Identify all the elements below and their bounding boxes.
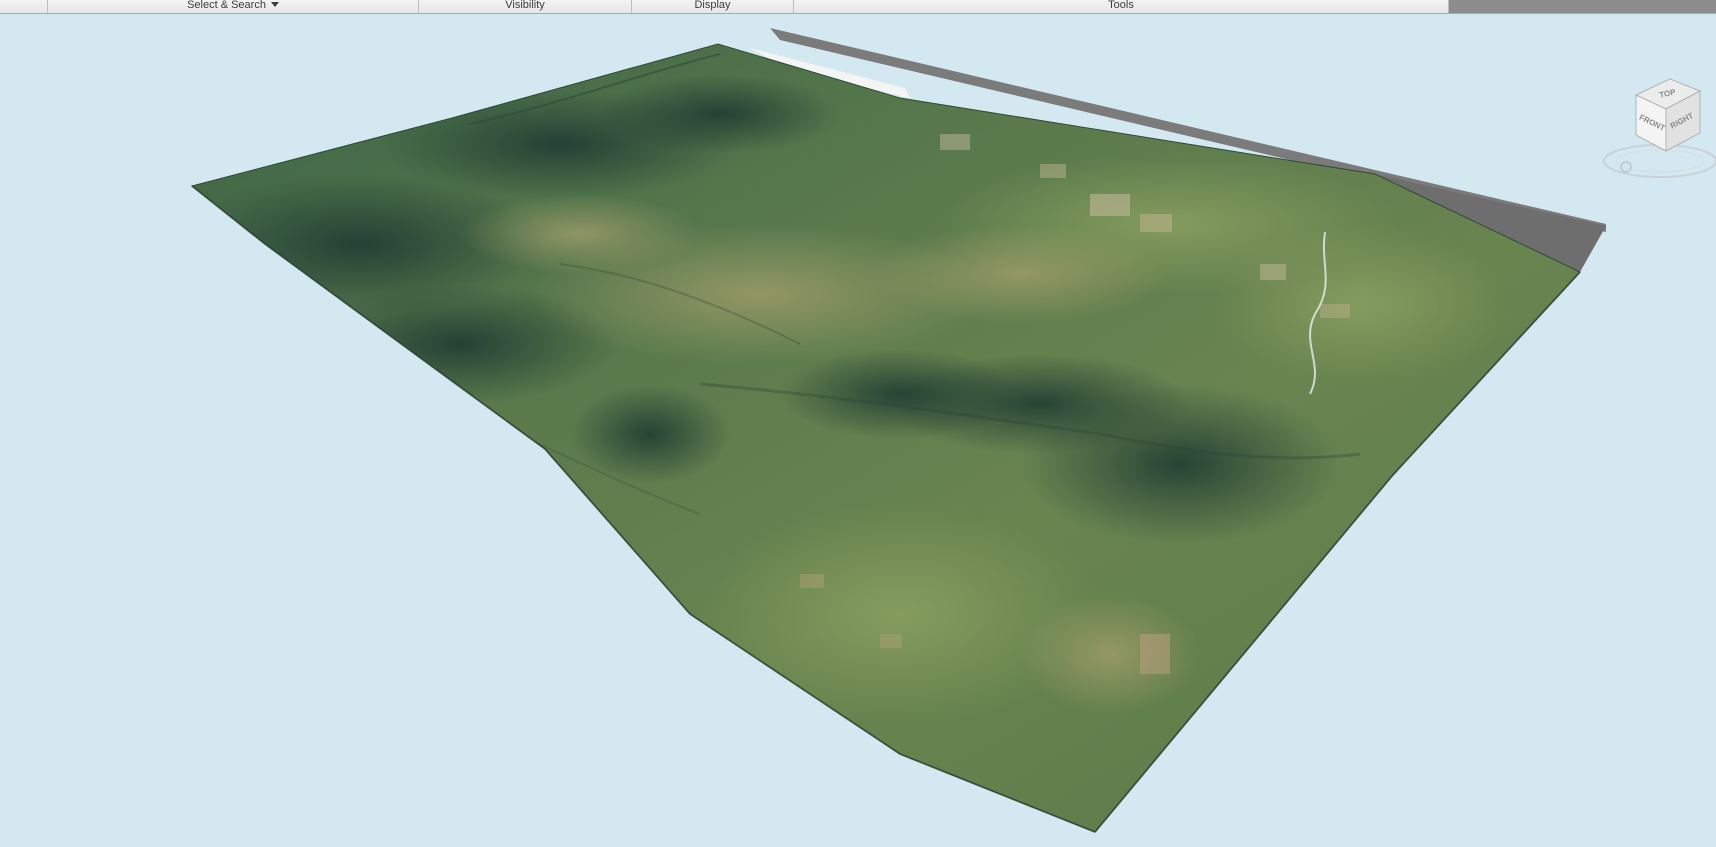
viewcube[interactable]: TOP FRONT RIGHT [1600,59,1716,184]
ribbon-panel-previous[interactable] [0,0,48,13]
dropdown-arrow-icon[interactable] [270,2,279,7]
navisworks-window: Select & Search Visibility Display Tools [0,0,1716,847]
ribbon-panel-display[interactable]: Display [632,0,794,13]
ribbon-panel-label: Display [694,0,731,11]
ribbon-panel-overflow[interactable] [1449,0,1716,13]
ribbon-panel-tools[interactable]: Tools [794,0,1449,13]
ribbon-panel-select-search[interactable]: Select & Search [48,0,419,13]
ribbon-panel-bar: Select & Search Visibility Display Tools [0,0,1716,14]
terrain-surface[interactable] [0,14,1716,847]
ribbon-panel-label: Tools [1108,0,1134,11]
compass-inner-ring [1615,149,1705,173]
ribbon-panel-label: Visibility [505,0,545,11]
ribbon-panel-visibility[interactable]: Visibility [419,0,632,13]
3d-viewport[interactable]: TOP FRONT RIGHT [0,14,1716,847]
ribbon-panel-label: Select & Search [187,0,266,11]
